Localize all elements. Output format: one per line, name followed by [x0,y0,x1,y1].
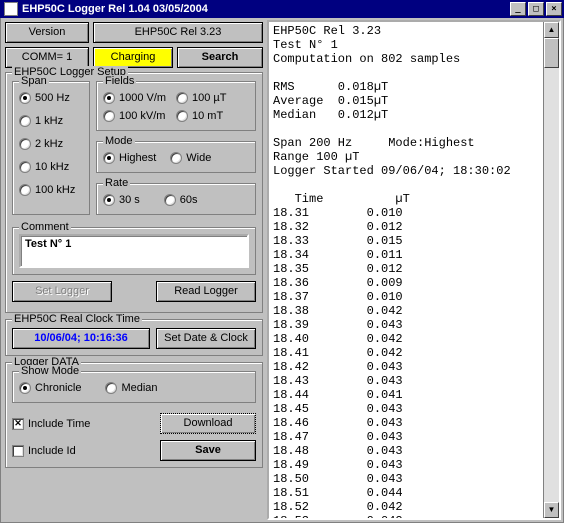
logger-setup-group: EHP50C Logger Setup Span 500 Hz 1 kHz 2 … [5,72,263,313]
version-button[interactable]: Version [5,22,89,43]
titlebar: EHP50C Logger Rel 1.04 03/05/2004 _ □ × [0,0,564,18]
show-mode-caption: Show Mode [19,365,81,377]
mode-caption: Mode [103,135,135,147]
span-100khz[interactable]: 100 kHz [19,182,83,198]
scroll-up-icon[interactable]: ▲ [544,22,559,38]
span-caption: Span [19,75,49,87]
comment-input[interactable]: Test N° 1 [19,234,249,268]
maximize-button[interactable]: □ [528,2,544,16]
window-title: EHP50C Logger Rel 1.04 03/05/2004 [22,3,208,15]
right-pane: EHP50C Rel 3.23 Test N° 1 Computation on… [267,18,563,522]
set-logger-button[interactable]: Set Logger [12,281,112,302]
comment-group: Comment Test N° 1 [12,227,256,275]
close-button[interactable]: × [546,2,562,16]
fields-caption: Fields [103,75,136,87]
span-10khz[interactable]: 10 kHz [19,159,83,175]
fields-group: Fields 1000 V/m 100 µT 100 kV/m 10 mT [96,81,256,131]
show-median[interactable]: Median [105,380,157,396]
span-500hz[interactable]: 500 Hz [19,90,83,106]
save-button[interactable]: Save [160,440,256,461]
scroll-track[interactable] [544,38,559,502]
main-panel: Version EHP50C Rel 3.23 COMM= 1 Charging… [0,18,564,523]
show-mode-group: Show Mode Chronicle Median [12,371,256,403]
minimize-button[interactable]: _ [510,2,526,16]
span-group: Span 500 Hz 1 kHz 2 kHz 10 kHz 100 kHz [12,81,90,215]
rate-30s[interactable]: 30 s [103,192,140,208]
clock-display: 10/06/04; 10:16:36 [12,328,150,349]
comm-button[interactable]: COMM= 1 [5,47,89,68]
scroll-down-icon[interactable]: ▼ [544,502,559,518]
mode-group: Mode Highest Wide [96,141,256,173]
rel-button[interactable]: EHP50C Rel 3.23 [93,22,263,43]
include-id-check[interactable]: Include Id [12,443,76,459]
charging-button[interactable]: Charging [93,47,173,68]
console-output: EHP50C Rel 3.23 Test N° 1 Computation on… [269,22,543,518]
console-frame: EHP50C Rel 3.23 Test N° 1 Computation on… [267,20,561,520]
read-logger-button[interactable]: Read Logger [156,281,256,302]
left-pane: Version EHP50C Rel 3.23 COMM= 1 Charging… [1,18,267,522]
download-button[interactable]: Download [160,413,256,434]
mode-wide[interactable]: Wide [170,150,211,166]
logger-data-group: Logger DATA Show Mode Chronicle Median I… [5,362,263,468]
show-chronicle[interactable]: Chronicle [19,380,81,396]
app-icon [4,2,18,16]
fields-1000vm[interactable]: 1000 V/m [103,90,176,106]
span-1khz[interactable]: 1 kHz [19,113,83,129]
rate-60s[interactable]: 60s [164,192,198,208]
span-2khz[interactable]: 2 kHz [19,136,83,152]
rate-group: Rate 30 s 60s [96,183,256,215]
console-scrollbar[interactable]: ▲ ▼ [543,22,559,518]
search-button[interactable]: Search [177,47,263,68]
clock-group: EHP50C Real Clock Time 10/06/04; 10:16:3… [5,319,263,356]
rate-caption: Rate [103,177,130,189]
clock-caption: EHP50C Real Clock Time [12,313,142,325]
comment-caption: Comment [19,221,71,233]
include-time-check[interactable]: Include Time [12,416,90,432]
fields-10mt[interactable]: 10 mT [176,108,249,124]
set-date-clock-button[interactable]: Set Date & Clock [156,328,256,349]
fields-100ut[interactable]: 100 µT [176,90,249,106]
fields-100kvm[interactable]: 100 kV/m [103,108,176,124]
scroll-thumb[interactable] [544,38,559,68]
mode-highest[interactable]: Highest [103,150,156,166]
